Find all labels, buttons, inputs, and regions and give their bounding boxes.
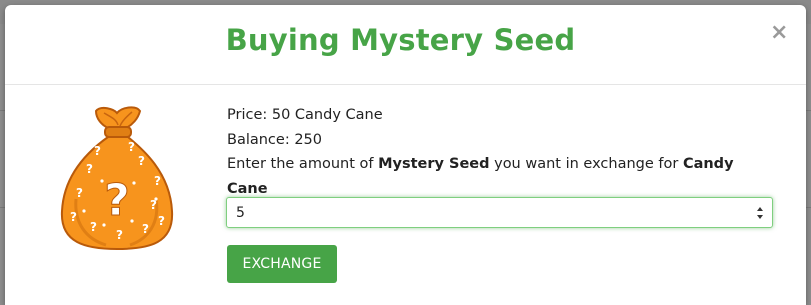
prompt-prefix: Enter the amount of: [227, 156, 379, 172]
svg-text:?: ?: [70, 210, 77, 224]
modal-title: Buying Mystery Seed: [225, 23, 576, 57]
buy-modal: Buying Mystery Seed × ? ? ? ? ? ? ? ? ? …: [5, 5, 806, 305]
mystery-bag-icon: ? ? ? ? ? ? ? ? ? ? ? ? ?: [60, 106, 174, 251]
svg-text:?: ?: [158, 214, 165, 228]
svg-text:?: ?: [94, 144, 101, 158]
number-spinner-icon[interactable]: [756, 206, 764, 220]
svg-text:?: ?: [142, 222, 149, 236]
svg-text:?: ?: [90, 220, 97, 234]
modal-body: ? ? ? ? ? ? ? ? ? ? ? ? ? Price: 50 Cand…: [5, 85, 806, 305]
exchange-button[interactable]: EXCHANGE: [227, 245, 337, 283]
svg-text:?: ?: [86, 162, 93, 176]
svg-text:?: ?: [104, 175, 130, 226]
amount-input[interactable]: [236, 203, 736, 223]
modal-header: Buying Mystery Seed ×: [5, 5, 806, 85]
exchange-info: Price: 50 Candy Cane Balance: 250 Enter …: [227, 103, 775, 201]
price-text: Price: 50 Candy Cane: [227, 107, 383, 123]
svg-text:?: ?: [128, 140, 135, 154]
balance-text: Balance: 250: [227, 131, 323, 148]
amount-field: [226, 197, 773, 228]
svg-text:?: ?: [116, 228, 123, 242]
svg-text:?: ?: [76, 186, 83, 200]
svg-text:?: ?: [138, 154, 145, 168]
svg-text:?: ?: [154, 174, 161, 188]
close-button[interactable]: ×: [770, 22, 788, 44]
prompt-middle: you want in exchange for: [489, 156, 683, 172]
exchange-prompt: Enter the amount of Mystery Seed you wan…: [227, 152, 775, 201]
item-name: Mystery Seed: [378, 156, 490, 172]
close-icon: ×: [770, 20, 789, 45]
